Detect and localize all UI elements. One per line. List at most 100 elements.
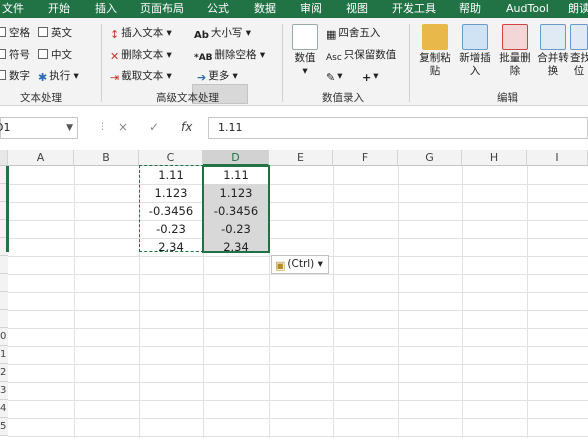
- row-selection-indicator: [6, 166, 9, 252]
- enter-icon[interactable]: ✓: [149, 117, 159, 139]
- grid-line: [8, 274, 588, 275]
- row-header[interactable]: 0: [0, 328, 8, 346]
- cut-text-icon: ⇥: [110, 71, 120, 84]
- keep-value-button[interactable]: Asc 只保留数值: [326, 48, 396, 65]
- grid-line: [8, 220, 588, 221]
- grid-line: [398, 166, 399, 438]
- tab-insert[interactable]: 插入: [95, 1, 117, 17]
- checkbox-icon[interactable]: [0, 70, 6, 80]
- checkbox-icon[interactable]: [0, 49, 6, 59]
- check-chinese[interactable]: 中文: [38, 48, 72, 62]
- tab-data[interactable]: 数据: [254, 1, 276, 17]
- grid-line: [527, 166, 528, 438]
- edit-value-button[interactable]: ✎ ▾: [326, 69, 343, 85]
- tab-page-layout[interactable]: 页面布局: [140, 1, 184, 17]
- find-icon: [570, 24, 588, 50]
- tab-review[interactable]: 审阅: [300, 1, 322, 17]
- row-header[interactable]: 4: [0, 400, 8, 418]
- formula-input[interactable]: 1.11: [208, 117, 588, 139]
- new-insert-button[interactable]: 新增插 入: [456, 24, 494, 78]
- add-button[interactable]: + ▾: [362, 69, 379, 85]
- grid-line: [462, 166, 463, 438]
- col-header-c[interactable]: C: [139, 150, 203, 166]
- ribbon: 空格 英文 符号 中文 数字 ✱ 执行 ▾ 文本处理 ↕ 插入文本 ▾ ✕ 删除文本 …: [0, 18, 588, 106]
- copy-marquee: [139, 165, 204, 252]
- row-header[interactable]: [0, 274, 8, 292]
- chevron-down-icon[interactable]: ▼: [66, 118, 73, 138]
- copy-paste-icon: [422, 24, 448, 50]
- function-icon[interactable]: fx: [181, 117, 192, 139]
- round-button[interactable]: ▦ 四舍五入: [326, 26, 380, 42]
- tab-home[interactable]: 开始: [48, 1, 70, 17]
- grid-line: [8, 382, 588, 383]
- insert-text-button[interactable]: ↕ 插入文本 ▾: [110, 26, 172, 42]
- arrow-right-icon: ➔: [197, 71, 207, 84]
- grid-line: [8, 346, 588, 347]
- check-symbol[interactable]: 符号: [0, 48, 30, 62]
- col-header-g[interactable]: G: [398, 150, 462, 166]
- col-header-i[interactable]: I: [527, 150, 588, 166]
- grid-line: [8, 364, 588, 365]
- case-button[interactable]: Ab 大小写 ▾: [194, 26, 251, 43]
- name-box[interactable]: D1▼: [0, 117, 78, 139]
- worksheet-grid[interactable]: A B C D E F G H I 0 1 2 3 4 5: [0, 150, 588, 438]
- tab-formulas[interactable]: 公式: [207, 1, 229, 17]
- grid-line: [8, 292, 588, 293]
- more-dots-icon: ⋮: [98, 122, 107, 132]
- check-english[interactable]: 英文: [38, 26, 72, 40]
- check-space[interactable]: 空格: [0, 26, 30, 40]
- value-button[interactable]: 数值 ▾: [290, 24, 320, 78]
- paste-options-button[interactable]: ▣ (Ctrl) ▾: [271, 255, 329, 274]
- clipboard-icon: ▣: [275, 259, 286, 272]
- checkbox-icon[interactable]: [0, 27, 6, 37]
- round-icon: ▦: [326, 28, 337, 41]
- find-locate-button[interactable]: 查找 位: [570, 24, 588, 78]
- tab-help[interactable]: 帮助: [459, 1, 481, 17]
- copy-paste-button[interactable]: 复制粘 贴: [416, 24, 454, 78]
- tab-view[interactable]: 视图: [346, 1, 368, 17]
- tab-file[interactable]: 文件: [2, 1, 24, 17]
- merge-convert-button[interactable]: 合并转 换: [534, 24, 572, 78]
- grid-line: [8, 184, 588, 185]
- row-header[interactable]: [0, 310, 8, 328]
- grid-line: [8, 202, 588, 203]
- row-header[interactable]: 3: [0, 382, 8, 400]
- batch-delete-button[interactable]: 批量删 除: [496, 24, 534, 78]
- checkbox-icon[interactable]: [38, 27, 48, 37]
- tab-developer[interactable]: 开发工具: [392, 1, 436, 17]
- grid-line: [8, 238, 588, 239]
- value-icon: [292, 24, 318, 50]
- cut-text-button[interactable]: ⇥ 截取文本 ▾: [110, 69, 172, 85]
- edit-icon: ✎: [326, 71, 336, 84]
- execute-button[interactable]: ✱ 执行 ▾: [38, 69, 79, 85]
- grid-line: [8, 436, 588, 437]
- tab-read-aloud[interactable]: 朗读: [568, 1, 588, 17]
- col-header-h[interactable]: H: [462, 150, 527, 166]
- row-header[interactable]: 2: [0, 364, 8, 382]
- row-header[interactable]: 5: [0, 418, 8, 436]
- more-button[interactable]: ➔ 更多 ▾: [197, 69, 238, 85]
- delete-text-button[interactable]: ✕ 删除文本 ▾: [110, 48, 172, 64]
- col-header-b[interactable]: B: [74, 150, 139, 166]
- merge-convert-icon: [540, 24, 566, 50]
- col-header-d[interactable]: D: [203, 150, 269, 166]
- selection-border: [202, 165, 270, 253]
- check-number[interactable]: 数字: [0, 69, 30, 83]
- delete-space-button[interactable]: *AB 删除空格 ▾: [194, 48, 265, 65]
- delete-space-icon: *AB: [194, 53, 213, 63]
- row-header[interactable]: [0, 292, 8, 310]
- checkbox-icon[interactable]: [38, 49, 48, 59]
- col-header-f[interactable]: F: [333, 150, 398, 166]
- row-header[interactable]: [0, 256, 8, 274]
- row-header[interactable]: 1: [0, 346, 8, 364]
- select-all-corner[interactable]: [0, 150, 8, 166]
- group-label-text: 文本处理: [20, 92, 62, 104]
- col-header-e[interactable]: E: [269, 150, 333, 166]
- tab-audtool[interactable]: AudTool: [506, 1, 549, 17]
- group-separator: [101, 24, 102, 102]
- col-header-a[interactable]: A: [8, 150, 74, 166]
- group-separator: [282, 24, 283, 102]
- case-icon: Ab: [194, 30, 209, 41]
- cancel-icon[interactable]: ×: [118, 117, 128, 139]
- new-insert-icon: [462, 24, 488, 50]
